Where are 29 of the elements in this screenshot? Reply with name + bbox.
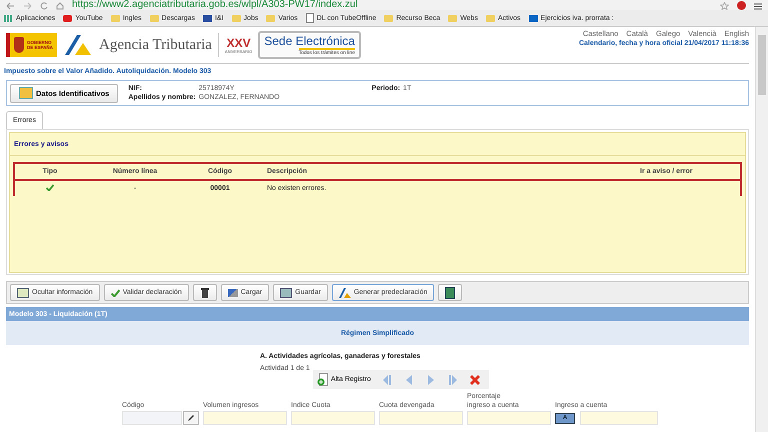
extension-icon[interactable]: [737, 1, 746, 10]
check-icon: [110, 288, 120, 296]
calculator-icon: [445, 286, 456, 298]
menu-icon[interactable]: [754, 3, 762, 10]
input-field[interactable]: [122, 411, 182, 425]
edit-button[interactable]: [183, 411, 199, 425]
input-field[interactable]: [291, 411, 375, 425]
forward-arrow-icon[interactable]: [23, 2, 32, 10]
scrollbar[interactable]: [755, 27, 768, 432]
pencil-icon: [187, 414, 195, 422]
toolbar-button[interactable]: [192, 284, 217, 301]
save-icon: [280, 288, 292, 298]
agency-logo-icon: [338, 288, 351, 298]
check-icon: [46, 184, 54, 191]
agency-name: Agencia Tributaria: [99, 36, 212, 54]
reload-icon[interactable]: [40, 2, 48, 10]
bookmark-star-icon[interactable]: [720, 2, 729, 10]
input-field[interactable]: [467, 411, 551, 425]
back-arrow-icon[interactable]: [6, 2, 15, 10]
input-field[interactable]: [580, 411, 658, 425]
add-page-icon: [316, 373, 328, 386]
delete-icon[interactable]: [468, 374, 481, 386]
trash-icon: [200, 287, 210, 298]
panel-icon: [17, 288, 29, 298]
home-icon[interactable]: [56, 2, 64, 10]
input-field[interactable]: [379, 411, 463, 425]
input-field[interactable]: [203, 411, 287, 425]
toolbar-button[interactable]: [438, 284, 462, 301]
load-icon: [228, 288, 238, 296]
